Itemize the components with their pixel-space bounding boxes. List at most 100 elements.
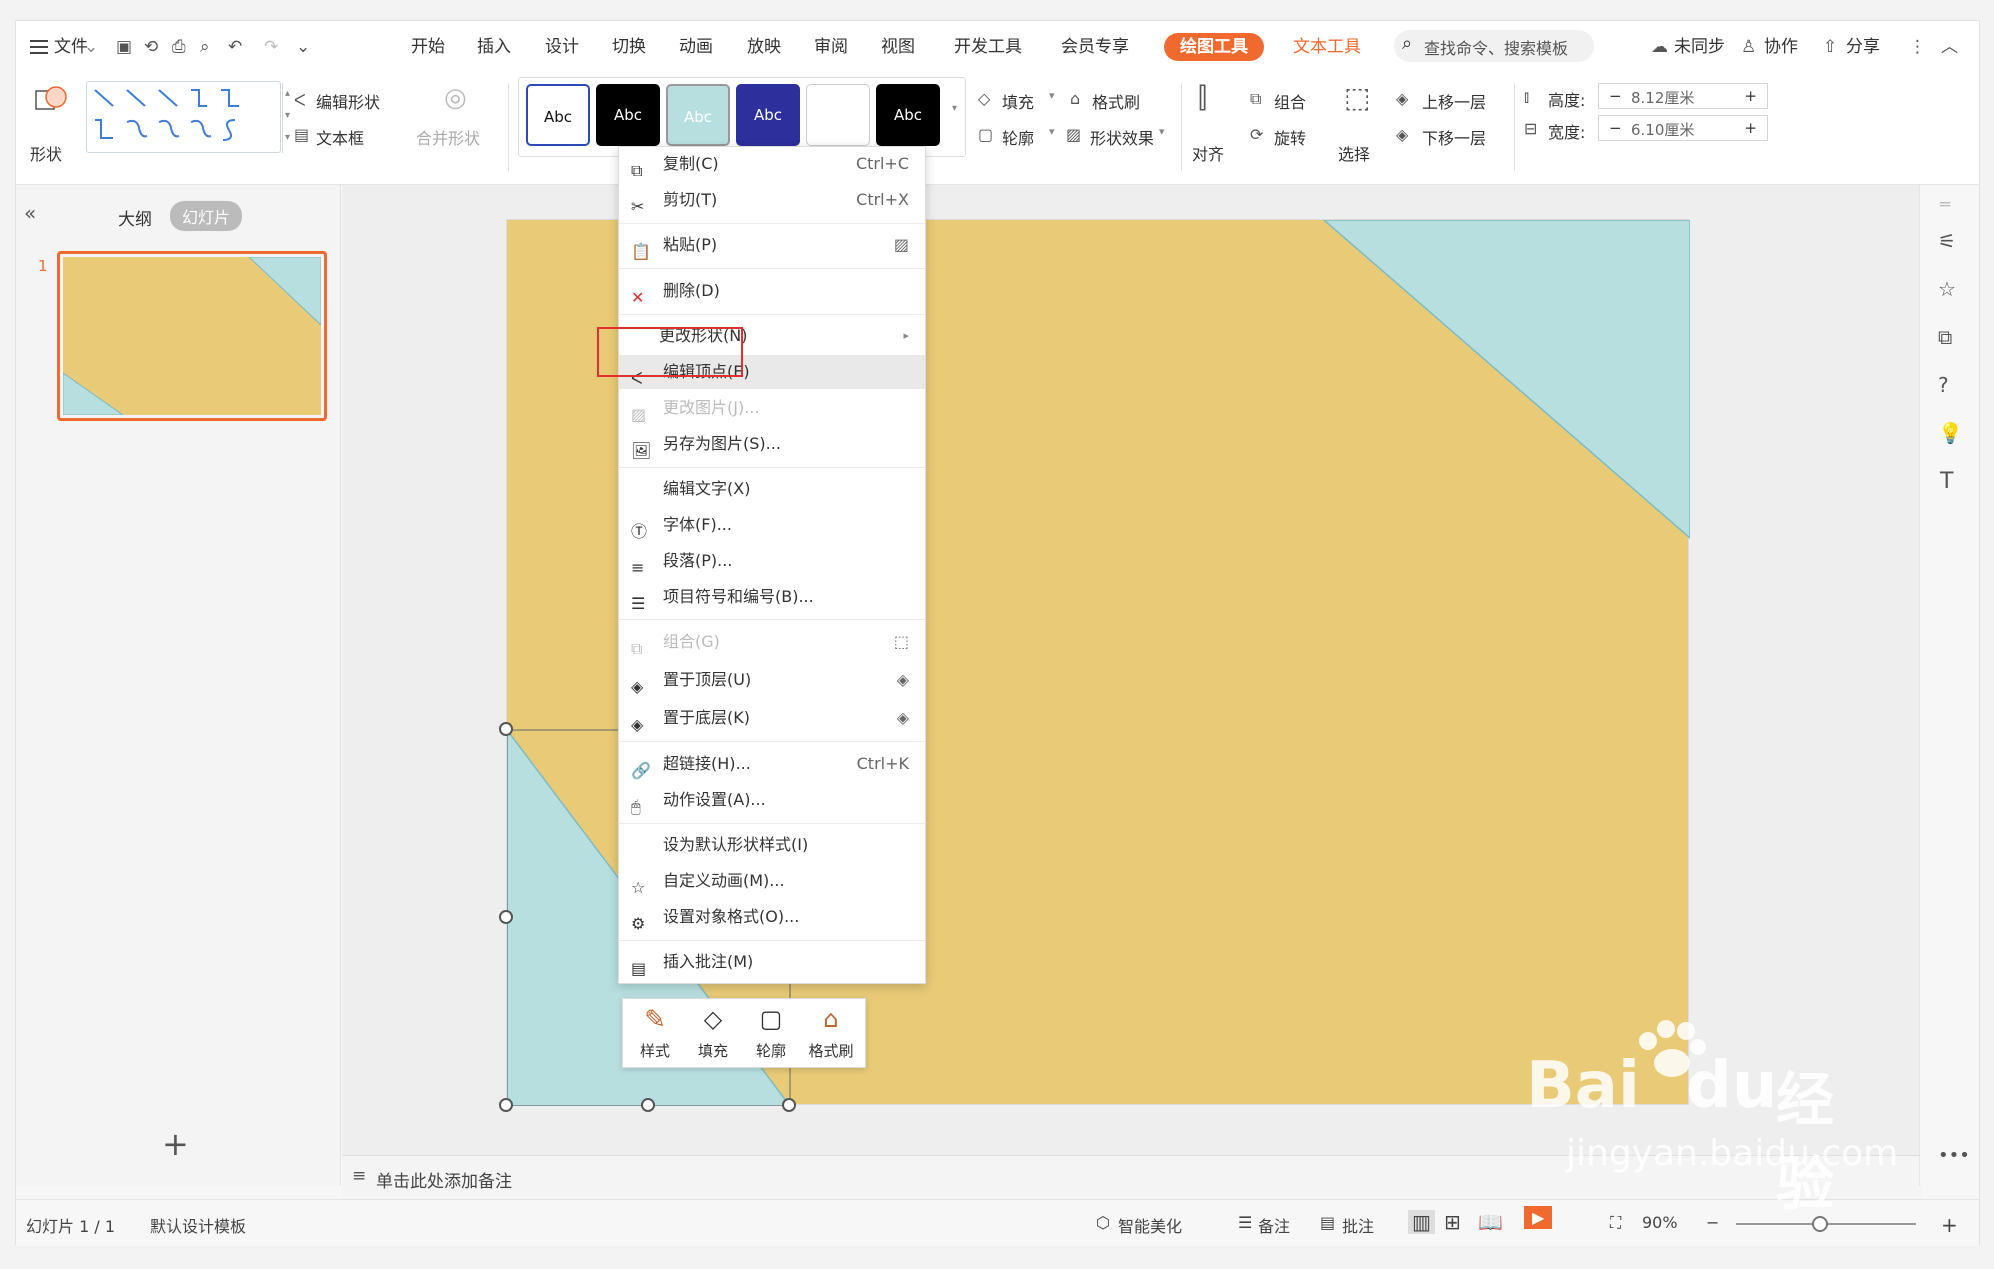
shape-effect-button[interactable]: 形状效果 bbox=[1090, 125, 1154, 149]
fit-icon[interactable]: ⛶ bbox=[1610, 1213, 1621, 1233]
minus-icon[interactable]: − bbox=[1609, 87, 1622, 105]
tab-design[interactable]: 设计 bbox=[545, 33, 579, 61]
resize-handle[interactable] bbox=[782, 1098, 796, 1112]
fill-button[interactable]: 填充 bbox=[1002, 89, 1034, 113]
search-box[interactable]: ⌕ 查找命令、搜索模板 bbox=[1394, 30, 1594, 62]
triangle-top-right[interactable] bbox=[1322, 220, 1690, 539]
merge-shape-button[interactable]: 合并形状 bbox=[416, 125, 480, 149]
help-icon[interactable]: ? bbox=[1938, 373, 1949, 397]
menu-item-delete[interactable]: ✕ 删除(D) bbox=[619, 274, 925, 308]
more-icon[interactable]: ⋮ bbox=[1909, 33, 1926, 61]
tab-slideshow[interactable]: 放映 bbox=[747, 33, 781, 61]
style-swatch-6[interactable]: Abc bbox=[876, 84, 940, 146]
line-shapes-icon[interactable] bbox=[87, 82, 277, 152]
menu-item-paste[interactable]: 📋 粘贴(P) ▨ bbox=[619, 228, 925, 262]
resize-handle[interactable] bbox=[641, 1098, 655, 1112]
slide-thumbnail[interactable] bbox=[57, 251, 327, 421]
tab-slides[interactable]: 幻灯片 bbox=[170, 201, 243, 231]
plus-icon[interactable]: + bbox=[1744, 87, 1757, 105]
template-name[interactable]: 默认设计模板 bbox=[150, 1213, 246, 1237]
transition-icon[interactable]: ⧉ bbox=[1938, 325, 1952, 349]
resize-handle[interactable] bbox=[499, 1098, 513, 1112]
send-backward-button[interactable]: 下移一层 bbox=[1422, 125, 1486, 149]
mini-outline-button[interactable]: ▢ 轮廓 bbox=[743, 1005, 799, 1063]
menu-item-format-object[interactable]: ⚙ 设置对象格式(O)... bbox=[619, 900, 925, 934]
shape-button[interactable]: 形状 bbox=[30, 141, 62, 165]
file-menu[interactable]: 文件 bbox=[54, 33, 88, 61]
tab-transition[interactable]: 切换 bbox=[612, 33, 646, 61]
resize-handle[interactable] bbox=[499, 722, 513, 736]
add-slide-button[interactable]: + bbox=[162, 1125, 189, 1163]
mini-style-button[interactable]: ✎ 样式 bbox=[627, 1005, 683, 1063]
style-swatch-3[interactable]: Abc bbox=[666, 84, 730, 146]
minus-icon[interactable]: − bbox=[1609, 119, 1622, 137]
animation-star-icon[interactable]: ☆ bbox=[1938, 277, 1956, 301]
textbox-button[interactable]: 文本框 bbox=[316, 125, 364, 149]
menu-item-change-picture[interactable]: ▨ 更改图片(J)... bbox=[619, 391, 925, 425]
shape-icon[interactable] bbox=[34, 83, 68, 115]
menu-item-bullets[interactable]: ☰ 项目符号和编号(B)... bbox=[619, 580, 925, 614]
vertical-scrollbar[interactable] bbox=[1910, 185, 1918, 1145]
style-swatch-1[interactable]: Abc bbox=[526, 84, 590, 146]
mini-fill-button[interactable]: ◇ 填充 bbox=[685, 1005, 741, 1063]
edit-shape-button[interactable]: 编辑形状 bbox=[316, 89, 380, 113]
menu-item-hyperlink[interactable]: 🔗 超链接(H)... Ctrl+K bbox=[619, 747, 925, 781]
width-field[interactable]: − 6.10厘米 + bbox=[1598, 115, 1768, 141]
menu-item-group[interactable]: ⧉ 组合(G) ⬚ bbox=[619, 625, 925, 659]
zoom-level[interactable]: 90% bbox=[1642, 1213, 1678, 1232]
zoom-out-button[interactable]: − bbox=[1706, 1213, 1719, 1232]
gallery-more-icon[interactable]: ▾ bbox=[952, 103, 957, 114]
print-preview-icon[interactable]: ⌕ bbox=[200, 33, 210, 61]
mini-brush-button[interactable]: ⌂ 格式刷 bbox=[803, 1005, 859, 1063]
line-gallery[interactable] bbox=[86, 81, 281, 153]
menu-item-edit-text[interactable]: 编辑文字(X) bbox=[619, 472, 925, 506]
menu-item-paragraph[interactable]: ≡ 段落(P)... bbox=[619, 544, 925, 578]
align-button[interactable]: 对齐 bbox=[1192, 141, 1224, 165]
beautify-button[interactable]: 智能美化 bbox=[1118, 1213, 1182, 1237]
paste-picture-icon[interactable]: ▨ bbox=[894, 228, 909, 262]
collapse-ribbon-icon[interactable]: ︿ bbox=[1941, 33, 1958, 61]
play-icon[interactable]: ▶ bbox=[1524, 1206, 1553, 1229]
format-painter-icon[interactable]: ⟲ bbox=[144, 33, 158, 61]
menu-item-font[interactable]: Ⓣ 字体(F)... bbox=[619, 508, 925, 542]
undo-icon[interactable]: ↶ bbox=[228, 33, 242, 61]
tab-insert[interactable]: 插入 bbox=[477, 33, 511, 61]
collapse-panel-icon[interactable]: « bbox=[24, 201, 36, 225]
menu-item-custom-animation[interactable]: ☆ 自定义动画(M)... bbox=[619, 864, 925, 898]
style-swatch-5[interactable] bbox=[806, 84, 870, 146]
plus-icon[interactable]: + bbox=[1744, 119, 1757, 137]
notes-toggle-button[interactable]: 备注 bbox=[1258, 1213, 1290, 1237]
collab-button[interactable]: 协作 bbox=[1764, 33, 1798, 61]
resize-handle[interactable] bbox=[499, 910, 513, 924]
menu-item-insert-comment[interactable]: ▤ 插入批注(M) bbox=[619, 945, 925, 979]
tab-text-tools[interactable]: 文本工具 bbox=[1293, 33, 1361, 61]
group-button[interactable]: 组合 bbox=[1274, 89, 1306, 113]
bring-front-quick-icon[interactable]: ◈ bbox=[897, 663, 909, 697]
customize-toolbar-icon[interactable]: ⌄ bbox=[296, 33, 310, 61]
menu-item-send-to-back[interactable]: ◈ 置于底层(K) ◈ bbox=[619, 701, 925, 735]
save-icon[interactable]: ▣ bbox=[116, 33, 132, 61]
height-field[interactable]: − 8.12厘米 + bbox=[1598, 83, 1768, 109]
menu-item-bring-to-front[interactable]: ◈ 置于顶层(U) ◈ bbox=[619, 663, 925, 697]
tab-start[interactable]: 开始 bbox=[411, 33, 445, 61]
menu-item-copy[interactable]: ⧉ 复制(C) Ctrl+C bbox=[619, 147, 925, 181]
tab-developer[interactable]: 开发工具 bbox=[954, 33, 1022, 61]
menu-item-default-style[interactable]: 设为默认形状样式(I) bbox=[619, 828, 925, 862]
print-icon[interactable]: ⎙ bbox=[172, 33, 186, 61]
text-icon[interactable]: T bbox=[1940, 469, 1953, 494]
zoom-in-button[interactable]: + bbox=[1941, 1213, 1958, 1237]
tab-animation[interactable]: 动画 bbox=[679, 33, 713, 61]
tab-view[interactable]: 视图 bbox=[881, 33, 915, 61]
menu-item-action[interactable]: 🖱 动作设置(A)... bbox=[619, 783, 925, 817]
redo-icon[interactable]: ↷ bbox=[264, 33, 278, 61]
lightbulb-icon[interactable]: 💡 bbox=[1938, 421, 1963, 445]
sync-status[interactable]: 未同步 bbox=[1674, 33, 1725, 61]
rotate-button[interactable]: 旋转 bbox=[1274, 125, 1306, 149]
menu-item-cut[interactable]: ✂ 剪切(T) Ctrl+X bbox=[619, 183, 925, 217]
chevron-down-icon[interactable]: ⌄ bbox=[84, 33, 98, 61]
menu-item-save-as-picture[interactable]: 🖼 另存为图片(S)... bbox=[619, 427, 925, 461]
send-back-quick-icon[interactable]: ◈ bbox=[897, 701, 909, 735]
tab-member[interactable]: 会员专享 bbox=[1061, 33, 1129, 61]
more-dots-icon[interactable]: ••• bbox=[1938, 1145, 1970, 1166]
style-swatch-2[interactable]: Abc bbox=[596, 84, 660, 146]
